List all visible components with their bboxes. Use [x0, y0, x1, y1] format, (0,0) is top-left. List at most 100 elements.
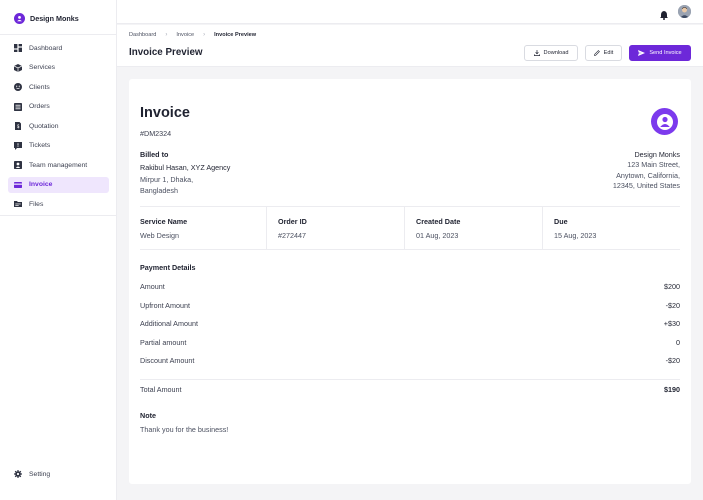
quote-file-icon: $ [14, 122, 22, 130]
top-bar [117, 0, 703, 24]
divider [0, 34, 117, 35]
sidebar-item-label: Clients [29, 83, 50, 91]
billed-to-name: Rakibul Hasan, XYZ Agency [140, 163, 231, 172]
meta-label: Due [554, 217, 568, 226]
sidebar-item-team-management[interactable]: Team management [8, 157, 109, 173]
sidebar-item-label: Tickets [29, 142, 51, 149]
sidebar-item-orders[interactable]: Orders [8, 99, 109, 115]
chevron-right-icon: › [165, 32, 168, 38]
meta-label: Service Name [140, 217, 188, 226]
box-icon [14, 63, 22, 72]
smiley-icon [14, 83, 22, 91]
sidebar-item-files[interactable]: Files [8, 196, 109, 212]
invoice-number: #DM2324 [140, 129, 172, 138]
payment-label: Additional Amount [140, 319, 198, 329]
divider [140, 379, 680, 380]
sidebar-item-label: Quotation [29, 122, 59, 130]
invoice-card: Invoice #DM2324 Billed to Rakibul Hasan,… [129, 79, 691, 484]
chevron-right-icon: › [203, 32, 206, 38]
total-row: Total Amount $190 [140, 385, 680, 394]
sidebar-item-tickets[interactable]: Tickets [8, 138, 109, 154]
send-icon [638, 50, 646, 56]
page-title: Invoice Preview [129, 47, 203, 58]
billed-to-address-line: Mirpur 1, Dhaka, [140, 175, 194, 184]
from-address-line: Anytown, California, [616, 170, 680, 180]
payment-label: Upfront Amount [140, 300, 190, 310]
sidebar-item-label: Services [29, 64, 56, 71]
meta-label: Order ID [278, 217, 307, 226]
breadcrumb: Dashboard › Invoice › Invoice Preview [129, 32, 256, 38]
company-logo-icon [651, 108, 678, 135]
meta-label: Created Date [416, 217, 461, 226]
sidebar-item-dashboard[interactable]: Dashboard [8, 40, 109, 56]
payment-details-title: Payment Details [140, 263, 196, 272]
sidebar-item-label: Files [29, 200, 44, 208]
download-icon [533, 50, 540, 56]
payment-value: 0 [676, 337, 680, 347]
payment-value: +$30 [663, 319, 680, 329]
payment-value: $200 [664, 282, 680, 291]
invoice-icon [14, 181, 22, 189]
from-address: 123 Main Street, Anytown, California, 12… [530, 160, 680, 192]
breadcrumb-invoice[interactable]: Invoice [176, 32, 194, 38]
payment-row: Amount $200 [140, 282, 680, 301]
ticket-icon [14, 141, 22, 150]
payment-value: -$20 [665, 356, 680, 366]
sidebar-item-clients[interactable]: Clients [8, 79, 109, 95]
edit-button[interactable]: Edit [585, 45, 622, 61]
edit-label: Edit [603, 50, 614, 56]
payment-label: Partial amount [140, 337, 187, 347]
payment-row: Discount Amount -$20 [140, 356, 680, 375]
meta-value: Web Design [140, 231, 180, 240]
from-company-name: Design Monks [634, 150, 680, 159]
invoice-title: Invoice [140, 105, 190, 121]
billed-to-address: Mirpur 1, Dhaka, Bangladesh [140, 175, 260, 196]
team-icon [14, 161, 22, 169]
meta-order-id: Order ID #272447 [266, 207, 404, 249]
page-header: Dashboard › Invoice › Invoice Preview In… [117, 25, 703, 67]
payment-row: Upfront Amount -$20 [140, 301, 680, 320]
note-label: Note [140, 411, 156, 420]
from-address-line: 123 Main Street, [627, 160, 680, 169]
total-value: $190 [664, 385, 680, 394]
sidebar-item-label: Dashboard [29, 44, 63, 52]
billed-to-address-line: Bangladesh [140, 185, 178, 195]
brand-name: Design Monks [30, 13, 79, 23]
sidebar-item-label: Team management [29, 161, 88, 169]
avatar[interactable] [678, 5, 691, 18]
meta-value: 01 Aug, 2023 [416, 231, 459, 240]
divider [140, 249, 680, 250]
sidebar-item-invoice[interactable]: Invoice [8, 176, 109, 193]
svg-text:$: $ [17, 124, 20, 130]
brand[interactable]: Design Monks [14, 12, 79, 24]
list-icon [14, 102, 22, 111]
payment-value: -$20 [665, 300, 680, 310]
sidebar-item-services[interactable]: Services [8, 60, 109, 76]
sidebar-item-quotation[interactable]: $ Quotation [8, 118, 109, 134]
pencil-icon [593, 50, 600, 56]
billed-to-label: Billed to [140, 150, 169, 159]
sidebar-item-label: Orders [29, 103, 50, 110]
from-address-line: 12345, United States [612, 181, 680, 191]
setting-label: Setting [29, 470, 51, 478]
payment-row: Additional Amount +$30 [140, 319, 680, 338]
payment-row: Partial amount 0 [140, 338, 680, 357]
divider [0, 215, 117, 216]
dashboard-icon [14, 44, 22, 52]
bell-icon[interactable] [659, 7, 669, 20]
meta-created-date: Created Date 01 Aug, 2023 [404, 207, 542, 249]
sidebar-nav: Dashboard Services Clients Orders $ Quot… [8, 40, 109, 216]
sidebar-item-label: Invoice [29, 181, 53, 188]
sidebar-item-setting[interactable]: Setting [14, 470, 50, 478]
payment-label: Amount [140, 282, 165, 291]
send-invoice-button[interactable]: Send Invoice [629, 45, 691, 61]
sidebar: Design Monks Dashboard Services Clients [0, 0, 117, 500]
send-invoice-label: Send Invoice [649, 50, 682, 56]
note-text: Thank you for the business! [140, 425, 229, 434]
payment-list: Amount $200 Upfront Amount -$20 Addition… [140, 282, 680, 375]
meta-value: #272447 [278, 231, 306, 240]
download-button[interactable]: Download [524, 45, 578, 61]
folder-icon [14, 200, 22, 208]
breadcrumb-dashboard[interactable]: Dashboard [129, 32, 156, 38]
gear-icon [14, 470, 22, 478]
